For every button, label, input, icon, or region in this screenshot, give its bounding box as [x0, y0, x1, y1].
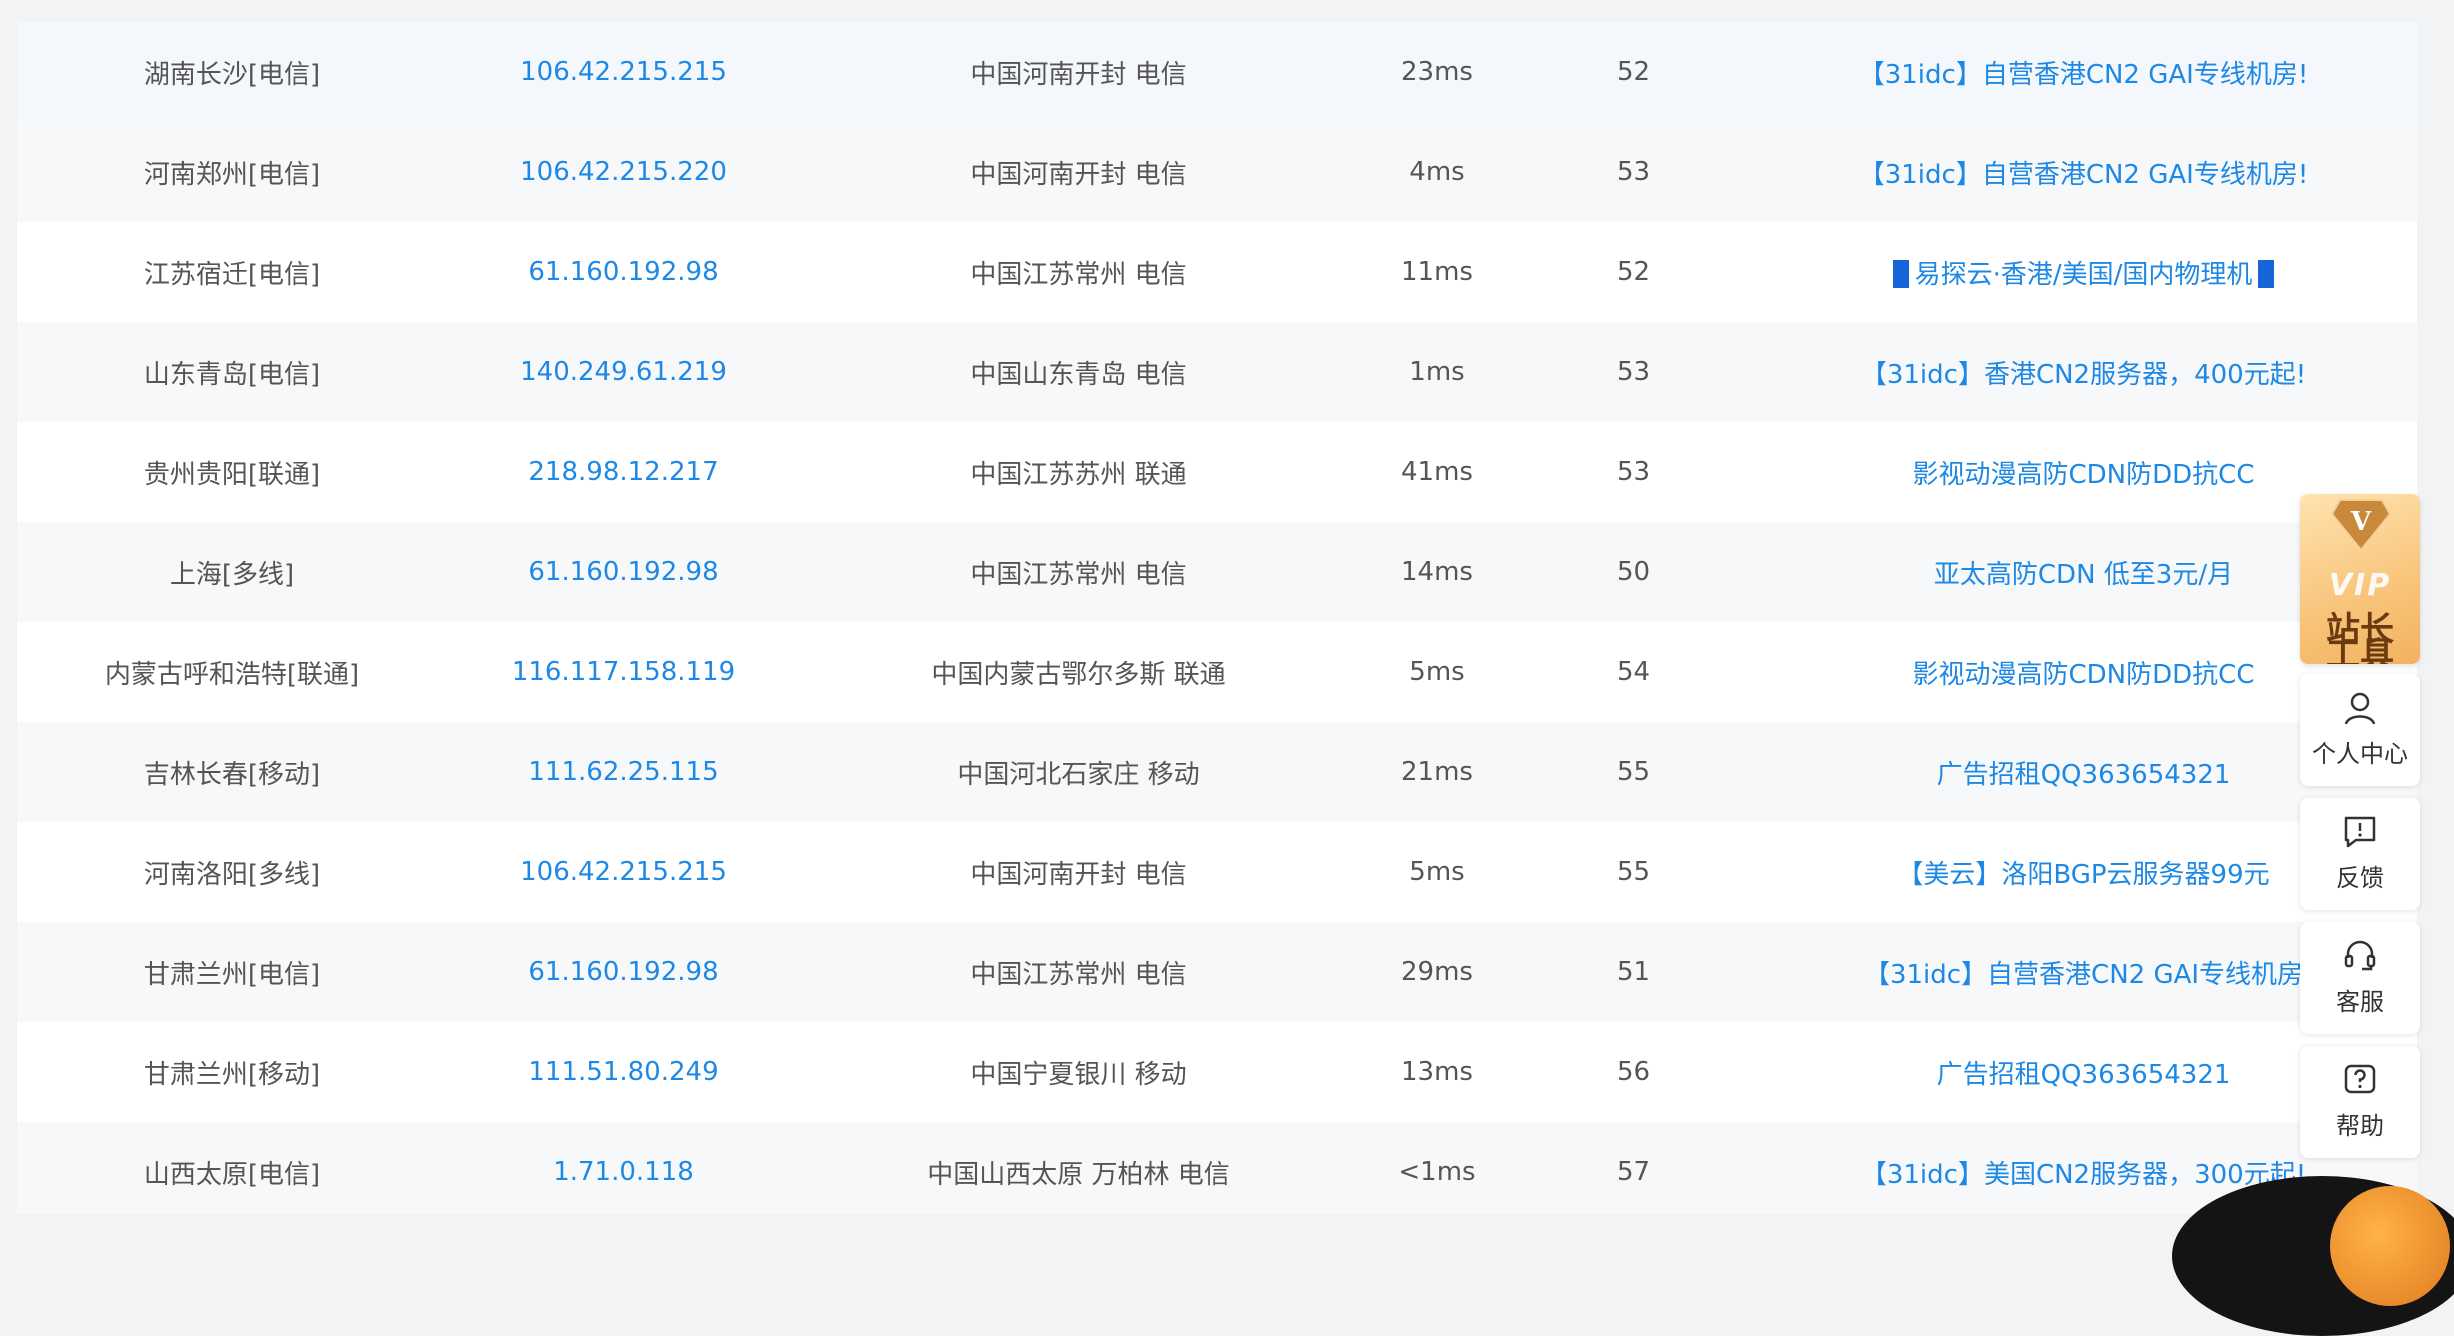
response-time-cell: 11ms — [1401, 257, 1473, 287]
ping-results-table: 湖南长沙[电信] 106.42.215.215 中国河南开封 电信 23ms 52 【31… — [17, 22, 2417, 1214]
customer-service-button[interactable]: 客服 — [2300, 922, 2420, 1034]
ttl-cell: 57 — [1616, 1157, 1651, 1187]
diamond-badge-icon: V — [2330, 499, 2392, 552]
response-time-cell: 13ms — [1401, 1057, 1473, 1087]
ip-link[interactable]: 106.42.215.215 — [447, 57, 800, 87]
table-row: 河南洛阳[多线] 106.42.215.215 中国河南开封 电信 5ms 55 【美云】… — [17, 822, 2417, 922]
ip-link[interactable]: 106.42.215.215 — [447, 857, 800, 887]
location-cell: 中国宁夏银川 移动 — [970, 1059, 1187, 1090]
location-cell: 中国河南开封 电信 — [970, 859, 1187, 890]
node-cell: 河南洛阳[多线] — [143, 859, 321, 890]
user-icon — [2344, 692, 2376, 725]
feedback-button[interactable]: 反馈 — [2300, 798, 2420, 910]
location-cell: 中国内蒙古鄂尔多斯 联通 — [931, 659, 1226, 690]
vip-webmaster-tools-button[interactable]: V VIP 站长 工具 — [2300, 494, 2420, 664]
customer-service-label: 客服 — [2336, 988, 2384, 1016]
ip-link[interactable]: 111.62.25.115 — [447, 757, 800, 787]
table-row: 山西太原[电信] 1.71.0.118 中国山西太原 万柏林 电信 <1ms 57 【31… — [17, 1122, 2417, 1214]
location-cell: 中国河南开封 电信 — [970, 159, 1187, 190]
location-cell: 中国江苏苏州 联通 — [970, 459, 1187, 490]
ip-link[interactable]: 111.51.80.249 — [447, 1057, 800, 1087]
highlight-block-icon — [1892, 259, 1909, 288]
ttl-cell: 56 — [1616, 1057, 1651, 1087]
ttl-cell: 54 — [1616, 657, 1651, 687]
table-row: 河南郑州[电信] 106.42.215.220 中国河南开封 电信 4ms 53 【31i… — [17, 122, 2417, 222]
node-cell: 湖南长沙[电信] — [143, 59, 321, 90]
node-cell: 山西太原[电信] — [143, 1159, 321, 1190]
node-cell: 山东青岛[电信] — [143, 359, 321, 390]
headset-icon — [2344, 940, 2376, 971]
ad-link[interactable]: 影视动漫高防CDN防DD抗CC — [1750, 454, 2417, 491]
ip-link[interactable]: 218.98.12.217 — [447, 457, 800, 487]
ttl-cell: 53 — [1616, 157, 1651, 187]
corner-sun-icon — [2330, 1186, 2450, 1306]
ttl-cell: 51 — [1616, 957, 1651, 987]
node-cell: 内蒙古呼和浩特[联通] — [104, 659, 360, 690]
node-cell: 甘肃兰州[电信] — [143, 959, 321, 990]
location-cell: 中国江苏常州 电信 — [970, 959, 1187, 990]
table-row: 湖南长沙[电信] 106.42.215.215 中国河南开封 电信 23ms 52 【31… — [17, 22, 2417, 122]
feedback-label: 反馈 — [2336, 864, 2384, 892]
ip-link[interactable]: 61.160.192.98 — [447, 957, 800, 987]
table-row: 甘肃兰州[电信] 61.160.192.98 中国江苏常州 电信 29ms 51 【31i… — [17, 922, 2417, 1022]
response-time-cell: 5ms — [1409, 857, 1465, 887]
ad-link[interactable]: 【31idc】自营香港CN2 GAI专线机房! — [1750, 54, 2417, 91]
ip-link[interactable]: 61.160.192.98 — [447, 557, 800, 587]
ttl-cell: 52 — [1616, 57, 1651, 87]
response-time-cell: 1ms — [1409, 357, 1465, 387]
response-time-cell: 4ms — [1409, 157, 1465, 187]
table-row: 江苏宿迁[电信] 61.160.192.98 中国江苏常州 电信 11ms 52 易探云·… — [17, 222, 2417, 322]
table-row: 吉林长春[移动] 111.62.25.115 中国河北石家庄 移动 21ms 55 广告招… — [17, 722, 2417, 822]
ip-link[interactable]: 140.249.61.219 — [447, 357, 800, 387]
ad-link[interactable]: 易探云·香港/美国/国内物理机 — [1750, 254, 2417, 291]
help-label: 帮助 — [2336, 1112, 2384, 1140]
table-row: 山东青岛[电信] 140.249.61.219 中国山东青岛 电信 1ms 53 【31i… — [17, 322, 2417, 422]
help-button[interactable]: 帮助 — [2300, 1046, 2420, 1158]
svg-text:V: V — [2350, 507, 2372, 537]
personal-center-label: 个人中心 — [2312, 740, 2408, 768]
feedback-icon — [2344, 816, 2376, 848]
ttl-cell: 50 — [1616, 557, 1651, 587]
table-row: 内蒙古呼和浩特[联通] 116.117.158.119 中国内蒙古鄂尔多斯 联通 5m… — [17, 622, 2417, 722]
location-cell: 中国河北石家庄 移动 — [957, 759, 1200, 790]
ad-text: 易探云·香港/美国/国内物理机 — [1914, 259, 2253, 290]
response-time-cell: 41ms — [1401, 457, 1473, 487]
ip-link[interactable]: 116.117.158.119 — [447, 657, 800, 687]
node-cell: 吉林长春[移动] — [143, 759, 321, 790]
node-cell: 上海[多线] — [169, 559, 295, 590]
ip-link[interactable]: 106.42.215.220 — [447, 157, 800, 187]
response-time-cell: <1ms — [1398, 1157, 1476, 1187]
table-row: 甘肃兰州[移动] 111.51.80.249 中国宁夏银川 移动 13ms 56 广告招租… — [17, 1022, 2417, 1122]
response-time-cell: 14ms — [1401, 557, 1473, 587]
highlight-block-icon — [2258, 259, 2275, 288]
location-cell: 中国河南开封 电信 — [970, 59, 1187, 90]
response-time-cell: 21ms — [1401, 757, 1473, 787]
ttl-cell: 55 — [1616, 757, 1651, 787]
response-time-cell: 5ms — [1409, 657, 1465, 687]
table-row: 贵州贵阳[联通] 218.98.12.217 中国江苏苏州 联通 41ms 53 影视动漫… — [17, 422, 2417, 522]
table-row: 上海[多线] 61.160.192.98 中国江苏常州 电信 14ms 50 亚太高防CD… — [17, 522, 2417, 622]
node-cell: 甘肃兰州[移动] — [143, 1059, 321, 1090]
ttl-cell: 52 — [1616, 257, 1651, 287]
vip-title-line2: 工具 — [2326, 635, 2394, 664]
ad-link[interactable]: 【31idc】自营香港CN2 GAI专线机房! — [1750, 154, 2417, 191]
node-cell: 贵州贵阳[联通] — [143, 459, 321, 490]
ttl-cell: 55 — [1616, 857, 1651, 887]
personal-center-button[interactable]: 个人中心 — [2300, 674, 2420, 786]
vip-label: VIP — [2328, 568, 2392, 603]
response-time-cell: 23ms — [1401, 57, 1473, 87]
location-cell: 中国江苏常州 电信 — [970, 259, 1187, 290]
ad-link[interactable]: 【31idc】香港CN2服务器，400元起! — [1750, 354, 2417, 391]
ip-link[interactable]: 61.160.192.98 — [447, 257, 800, 287]
location-cell: 中国江苏常州 电信 — [970, 559, 1187, 590]
help-icon — [2344, 1064, 2376, 1094]
ip-link[interactable]: 1.71.0.118 — [447, 1157, 800, 1187]
ttl-cell: 53 — [1616, 457, 1651, 487]
location-cell: 中国山东青岛 电信 — [970, 359, 1187, 390]
node-cell: 河南郑州[电信] — [143, 159, 321, 190]
node-cell: 江苏宿迁[电信] — [143, 259, 321, 290]
location-cell: 中国山西太原 万柏林 电信 — [927, 1159, 1230, 1190]
response-time-cell: 29ms — [1401, 957, 1473, 987]
ttl-cell: 53 — [1616, 357, 1651, 387]
